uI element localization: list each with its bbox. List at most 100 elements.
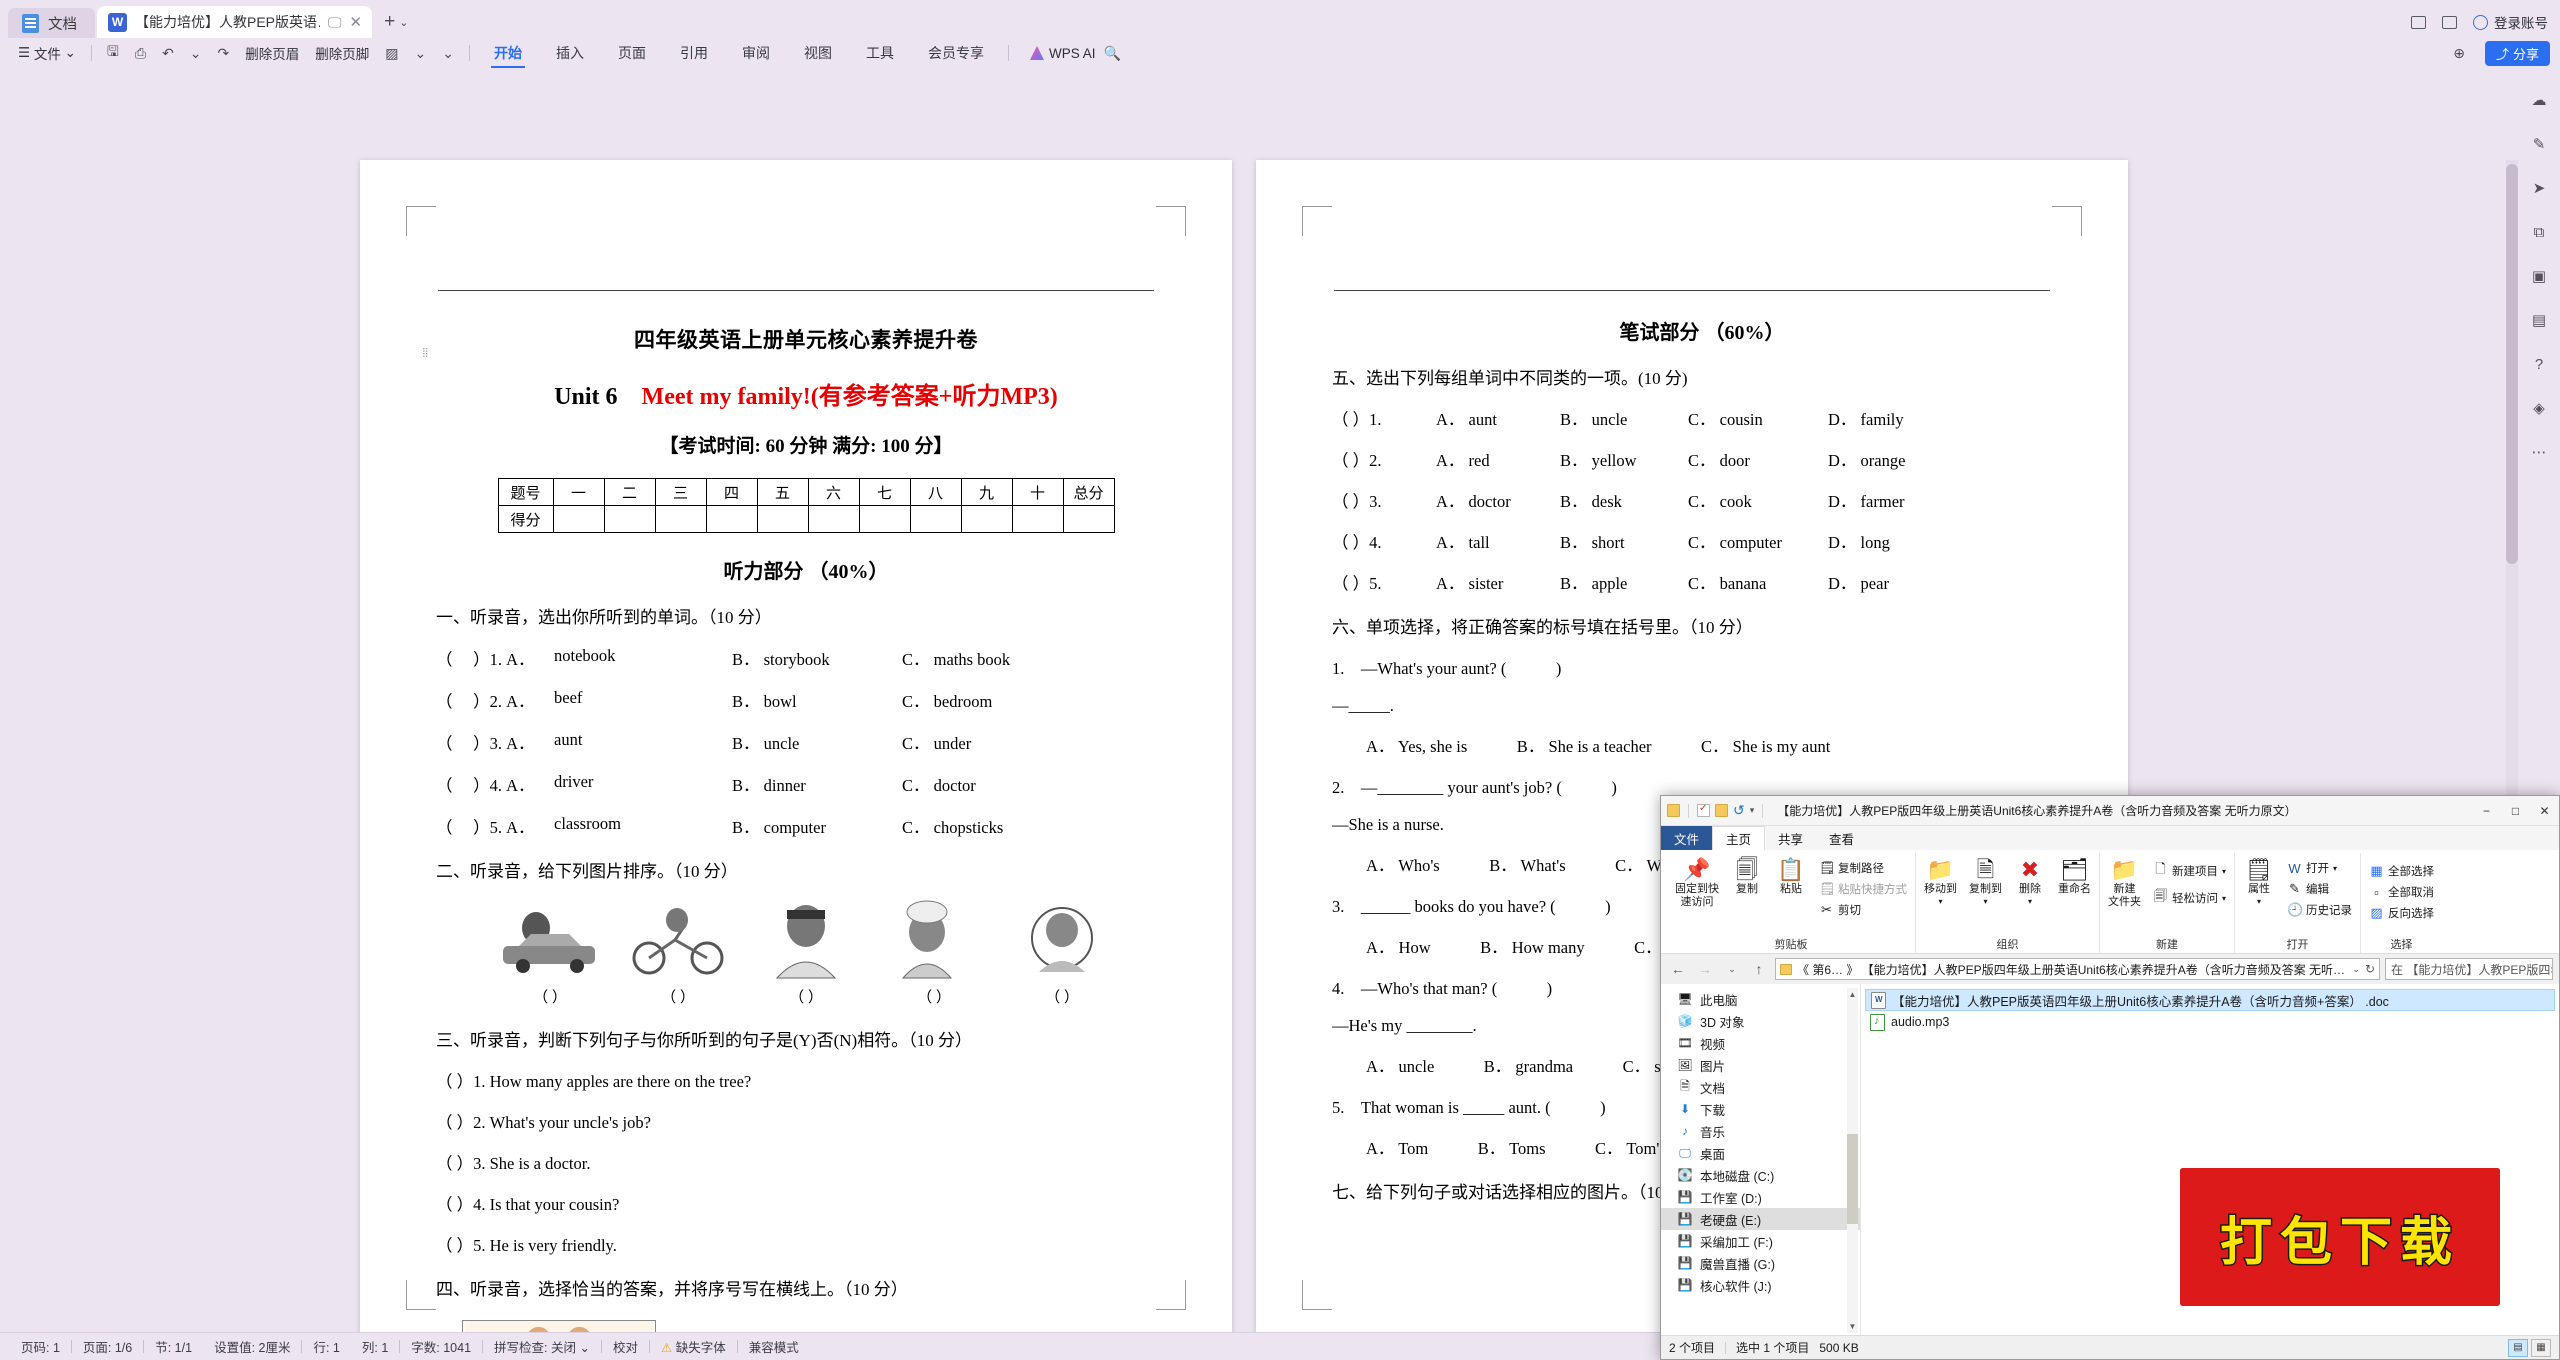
pen-icon[interactable]: ✎: [2527, 132, 2551, 156]
more-icon[interactable]: ⋯: [2527, 440, 2551, 464]
search-icon[interactable]: 🔍: [1095, 41, 1128, 65]
document-tab[interactable]: W 【能力培优】人教PEP版英语… 🖵 ✕: [97, 6, 373, 38]
close-tab-icon[interactable]: ✕: [350, 13, 363, 31]
ribbon-tab-tools[interactable]: 工具: [849, 40, 911, 66]
print-preview-icon[interactable]: ⎙: [127, 41, 154, 65]
nav-item-music[interactable]: ♪ 音乐: [1661, 1120, 1860, 1142]
delete-footer-button[interactable]: 删除页脚: [307, 41, 377, 65]
score-cell[interactable]: [552, 505, 605, 533]
score-cell[interactable]: [603, 505, 656, 533]
undo-icon[interactable]: ↺: [1733, 802, 1745, 819]
ribbon-tab-reference[interactable]: 引用: [663, 40, 725, 66]
ribbon-tab-home[interactable]: 主页: [1712, 826, 1766, 850]
download-stamp-watermark[interactable]: 打包下载: [2180, 1168, 2500, 1306]
save-icon[interactable]: 🖫: [99, 41, 127, 65]
nav-item-drive-e[interactable]: 💾 老硬盘 (E:): [1661, 1208, 1860, 1230]
file-list-item[interactable]: audio.mp3: [1865, 1011, 2555, 1033]
invert-selection-button[interactable]: ▨ 反向选择: [2366, 904, 2437, 922]
order-bracket[interactable]: （ ）: [1003, 986, 1121, 1007]
explorer-title-bar[interactable]: ↺ ▾ 【能力培优】人教PEP版四年级上册英语Unit6核心素养提升A卷（含听力…: [1661, 796, 2559, 826]
document-scrollbar-thumb[interactable]: [2506, 164, 2518, 564]
share-button[interactable]: ⤴ 分享: [2484, 40, 2550, 66]
new-tab-button[interactable]: + ⌄: [374, 6, 418, 38]
help-icon[interactable]: ?: [2527, 352, 2551, 376]
score-cell[interactable]: [1011, 505, 1064, 533]
nav-scroll-up-icon[interactable]: ▲: [1847, 988, 1858, 1001]
order-bracket[interactable]: （ ）: [875, 986, 993, 1007]
nav-scrollbar-thumb[interactable]: [1847, 1134, 1858, 1224]
score-cell[interactable]: [705, 505, 758, 533]
ocr-icon[interactable]: ⧉: [2527, 220, 2551, 244]
answer-bracket[interactable]: （ ）1.: [1332, 406, 1436, 430]
minimize-button[interactable]: −: [2472, 796, 2501, 825]
address-input[interactable]: 《 第6… 》 【能力培优】人教PEP版四年级上册英语Unit6核心素养提升A卷…: [1775, 958, 2380, 980]
ribbon-tab-share[interactable]: 共享: [1765, 826, 1816, 850]
answer-bracket[interactable]: （ ）1. A．: [436, 646, 554, 670]
ribbon-tab-page[interactable]: 页面: [601, 40, 663, 66]
status-proofread[interactable]: 校对: [602, 1337, 649, 1356]
move-to-button[interactable]: 📁 移动到 ▾: [1921, 856, 1960, 908]
nav-item-drive-f[interactable]: 💾 采编加工 (F:): [1661, 1230, 1860, 1252]
edit-button[interactable]: ✎ 编辑: [2284, 880, 2355, 898]
file-list-item[interactable]: 【能力培优】人教PEP版英语四年级上册Unit6核心素养提升A卷（含听力音频+答…: [1865, 989, 2555, 1011]
status-spellcheck[interactable]: 拼写检查: 关闭 ⌄: [483, 1337, 601, 1356]
history-button[interactable]: 🕘 历史记录: [2284, 901, 2355, 919]
nav-item-3d-objects[interactable]: 🧊 3D 对象: [1661, 1010, 1860, 1032]
restore-layout-icon[interactable]: [2411, 15, 2426, 29]
search-input[interactable]: 在 【能力培优】人教PEP版四年级上册英语Un… 中搜索: [2385, 958, 2553, 980]
paragraph-handle-icon[interactable]: ⣿: [422, 348, 431, 357]
recent-locations-caret-icon[interactable]: ⌄: [1721, 958, 1743, 980]
ribbon-tab-insert[interactable]: 插入: [539, 40, 601, 66]
score-cell[interactable]: [909, 505, 962, 533]
folder-icon[interactable]: [1667, 804, 1680, 817]
properties-icon[interactable]: [1697, 803, 1710, 817]
score-cell[interactable]: [807, 505, 860, 533]
order-bracket[interactable]: （ ）: [491, 986, 609, 1007]
status-missing-font[interactable]: ⚠ 缺失字体: [650, 1337, 737, 1356]
cloud-sync-icon[interactable]: ☁: [2527, 88, 2551, 112]
score-cell[interactable]: [756, 505, 809, 533]
answer-bracket[interactable]: （ ）4.: [1332, 529, 1436, 553]
score-cell[interactable]: [960, 505, 1013, 533]
login-button[interactable]: 登录账号: [2473, 12, 2548, 32]
new-folder-icon[interactable]: [1715, 804, 1728, 817]
paste-button[interactable]: 📋 粘贴: [1772, 856, 1810, 898]
answer-bracket[interactable]: （ ）4. A．: [436, 772, 554, 796]
customize-caret-icon[interactable]: ▾: [1750, 805, 1755, 816]
cursor-icon[interactable]: ➤: [2527, 176, 2551, 200]
address-dropdown-icon[interactable]: ⌄: [2352, 964, 2360, 975]
nav-scroll-down-icon[interactable]: ▼: [1847, 1320, 1858, 1333]
delete-header-button[interactable]: 删除页眉: [237, 41, 307, 65]
score-cell[interactable]: [858, 505, 911, 533]
maximize-button[interactable]: □: [2501, 796, 2530, 825]
nav-item-documents[interactable]: 🗎 文档: [1661, 1076, 1860, 1098]
delete-button[interactable]: ✖ 删除 ▾: [2011, 856, 2049, 908]
new-folder-button[interactable]: 📁 新建 文件夹: [2105, 856, 2144, 910]
large-icons-view-icon[interactable]: ▦: [2531, 1338, 2551, 1357]
nav-item-drive-g[interactable]: 💾 魔兽直播 (G:): [1661, 1252, 1860, 1274]
undo-caret-icon[interactable]: ⌄: [182, 41, 210, 65]
style-caret-icon[interactable]: ⌄: [407, 41, 435, 65]
select-none-button[interactable]: ▫ 全部取消: [2366, 883, 2437, 901]
undo-icon[interactable]: ↶: [154, 41, 182, 65]
score-cell[interactable]: [654, 505, 707, 533]
answer-bracket[interactable]: （ ）2. A．: [436, 688, 554, 712]
properties-button[interactable]: 🗒 属性 ▾: [2240, 856, 2278, 908]
ribbon-tab-member[interactable]: 会员专享: [911, 40, 1001, 66]
file-menu-button[interactable]: ☰ 文件 ⌄: [10, 41, 84, 65]
pin-to-quick-access-button[interactable]: 📌 固定到快 速访问: [1672, 856, 1722, 910]
easy-access-button[interactable]: 🗐 轻松访问 ▾: [2150, 886, 2229, 910]
back-button[interactable]: ←: [1667, 958, 1689, 980]
answer-bracket[interactable]: （ ）3. A．: [436, 730, 554, 754]
more-caret-icon[interactable]: ⌄: [434, 41, 462, 65]
details-view-icon[interactable]: ▤: [2508, 1338, 2528, 1357]
copy-path-button[interactable]: 🗒 复制路径: [1816, 859, 1910, 877]
select-all-button[interactable]: ▦ 全部选择: [2366, 862, 2437, 880]
up-button[interactable]: ↑: [1748, 958, 1770, 980]
split-view-icon[interactable]: [2442, 15, 2457, 29]
nav-item-local-disk-c[interactable]: 💽 本地磁盘 (C:): [1661, 1164, 1860, 1186]
present-icon[interactable]: 🖵: [328, 14, 342, 31]
answer-bracket[interactable]: （ ）2.: [1332, 447, 1436, 471]
forward-button[interactable]: →: [1694, 958, 1716, 980]
copy-to-button[interactable]: 🗎 复制到 ▾: [1966, 856, 2005, 908]
